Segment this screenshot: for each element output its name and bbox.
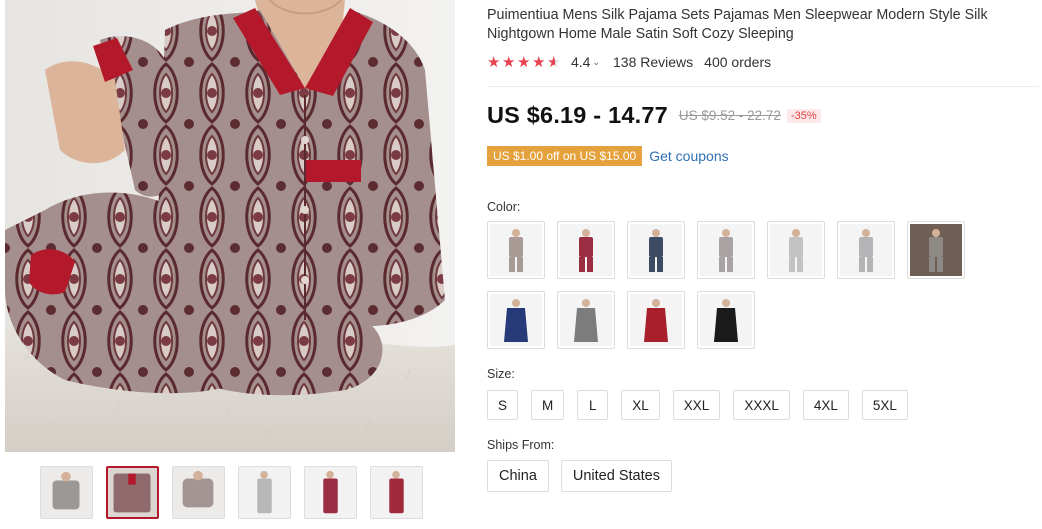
size-option[interactable]: XXL — [672, 390, 721, 420]
star-icon: ★ — [517, 53, 531, 71]
ships-from-label: Ships From: — [487, 438, 555, 452]
color-swatch-navy-set[interactable] — [627, 221, 685, 279]
gallery-thumb[interactable] — [106, 466, 159, 519]
current-price: US $6.19 - 14.77 — [487, 102, 668, 128]
color-swatch-grey-lifestyle[interactable] — [907, 221, 965, 279]
size-option[interactable]: S — [487, 390, 519, 420]
color-label: Color: — [487, 200, 521, 214]
gallery-thumb[interactable] — [304, 466, 357, 519]
ships-from-option[interactable]: China — [487, 460, 549, 492]
ships-from-option[interactable]: United States — [560, 460, 672, 492]
size-label: Size: — [487, 367, 515, 381]
rating-value[interactable]: 4.4 — [571, 54, 590, 70]
gallery-thumb[interactable] — [370, 466, 423, 519]
size-option[interactable]: L — [577, 390, 609, 420]
ships-from-options: China United States — [487, 460, 672, 492]
original-price: US $9.52 - 22.72 — [678, 108, 781, 123]
color-swatches — [487, 221, 987, 349]
color-swatch-light-grey-set[interactable] — [767, 221, 825, 279]
coupon-badge[interactable]: US $1.00 off on US $15.00 — [487, 146, 643, 166]
star-icon: ★ — [532, 53, 546, 71]
chevron-down-icon[interactable]: ⌄ — [592, 57, 600, 68]
discount-badge: -35% — [786, 108, 821, 123]
main-product-image[interactable] — [5, 0, 455, 452]
orders-count: 400 orders — [704, 54, 772, 70]
color-swatch-black-robe[interactable] — [697, 291, 755, 349]
size-option[interactable]: XXXL — [733, 390, 790, 420]
divider — [487, 86, 1039, 87]
coupon-row: US $1.00 off on US $15.00 Get coupons — [487, 146, 729, 166]
color-swatch-grey-paisley-set[interactable] — [697, 221, 755, 279]
gallery-thumb[interactable] — [40, 466, 93, 519]
size-option[interactable]: 4XL — [802, 390, 849, 420]
color-swatch-red-robe[interactable] — [627, 291, 685, 349]
product-title: Puimentiua Mens Silk Pajama Sets Pajamas… — [487, 7, 988, 42]
reviews-link[interactable]: 138 Reviews — [613, 54, 693, 70]
rating-row: ★ ★ ★ ★ ★ 4.4 ⌄ 138 Reviews 400 orders — [487, 53, 771, 71]
half-star-icon: ★ — [547, 53, 561, 71]
size-option[interactable]: XL — [621, 390, 660, 420]
size-option[interactable]: M — [531, 390, 565, 420]
color-swatch-silver-set[interactable] — [837, 221, 895, 279]
color-swatch-silver-paisley-set[interactable] — [487, 221, 545, 279]
size-options: S M L XL XXL XXXL 4XL 5XL — [487, 390, 908, 420]
gallery-thumb[interactable] — [238, 466, 291, 519]
color-swatch-grey-robe[interactable] — [557, 291, 615, 349]
color-swatch-burgundy-set[interactable] — [557, 221, 615, 279]
star-icon: ★ — [487, 53, 501, 71]
rating-stars: ★ ★ ★ ★ ★ — [487, 55, 562, 70]
color-swatch-navy-robe[interactable] — [487, 291, 545, 349]
gallery-thumbnails — [40, 466, 423, 519]
size-option[interactable]: 5XL — [861, 390, 908, 420]
get-coupons-link[interactable]: Get coupons — [649, 148, 728, 164]
price-row: US $6.19 - 14.77 US $9.52 - 22.72 -35% — [487, 102, 821, 129]
star-icon: ★ — [502, 53, 516, 71]
gallery-thumb[interactable] — [172, 466, 225, 519]
